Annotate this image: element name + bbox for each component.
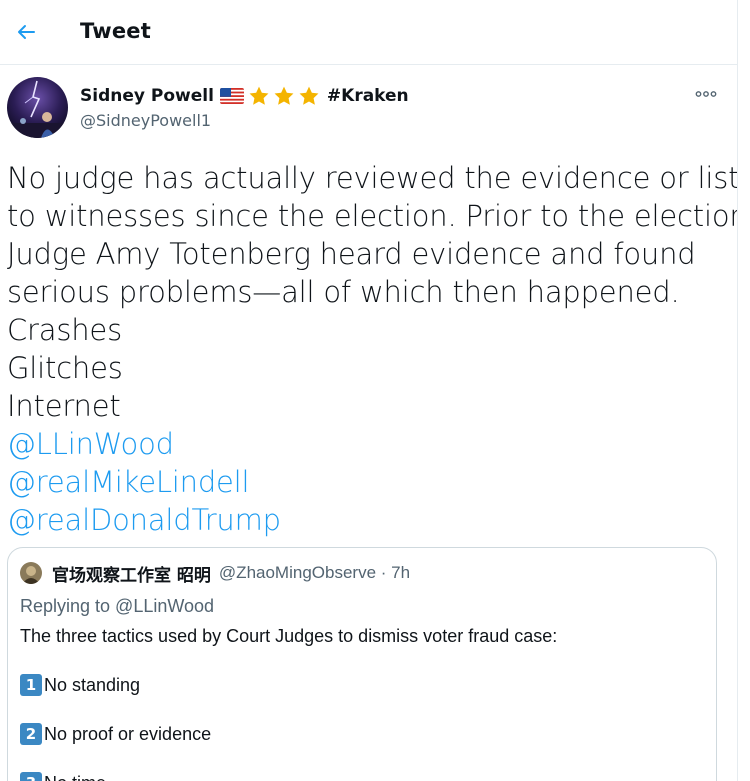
author-name-row: Sidney Powell #Kraken <box>80 84 409 108</box>
flag-us-icon <box>219 88 244 104</box>
quoted-tweet-card[interactable]: 官场观察工作室 昭明 @ZhaoMingObserve · 7h Replyin… <box>7 547 717 781</box>
quoted-author-handle-time: @ZhaoMingObserve · 7h <box>218 563 411 582</box>
quoted-author-name[interactable]: 官场观察工作室 昭明 <box>52 561 211 586</box>
star-icon <box>249 86 269 105</box>
tweet-text-line: No judge has actually reviewed the evide… <box>7 161 737 195</box>
star-icon <box>299 86 319 105</box>
author-hashtag: #Kraken <box>326 86 409 106</box>
quoted-list-item: 3 No time <box>20 772 106 781</box>
quoted-list-item: 2 No proof or evidence <box>20 723 211 745</box>
stars-group <box>247 85 322 107</box>
tweet-page: Tweet Sidney Powell #Kraken @SidneyPowel… <box>0 0 737 781</box>
more-dots-icon <box>695 91 717 97</box>
tweet-text-line: to witnesses since the election. Prior t… <box>7 199 737 233</box>
mention-link-realmikelindell[interactable]: @realMikeLindell <box>7 463 732 501</box>
page-title: Tweet <box>80 19 151 43</box>
quoted-author-avatar[interactable] <box>20 562 42 584</box>
quoted-list-item-label: No proof or evidence <box>44 723 212 744</box>
column-divider <box>737 0 738 781</box>
quoted-list-item-label: No time <box>44 773 106 781</box>
keycap-1-icon: 1 <box>20 674 42 696</box>
mention-link-llinwood[interactable]: @LLinWood <box>7 425 732 463</box>
more-options-button[interactable] <box>690 83 722 105</box>
tweet-text-line: Crashes <box>7 313 122 347</box>
keycap-3-icon: 3 <box>20 772 42 781</box>
quoted-tweet-header: 官场观察工作室 昭明 @ZhaoMingObserve · 7h <box>20 560 410 586</box>
back-button[interactable] <box>6 12 46 52</box>
quoted-list-item-label: No standing <box>44 674 141 695</box>
mention-link-realdonaldtrump[interactable]: @realDonaldTrump <box>7 501 732 539</box>
author-info: Sidney Powell #Kraken @SidneyPowell1 <box>80 84 409 132</box>
quoted-list-item: 1 No standing <box>20 674 140 696</box>
arrow-left-icon <box>18 25 35 39</box>
top-bar: Tweet <box>0 0 737 65</box>
author-handle[interactable]: @SidneyPowell1 <box>80 111 409 130</box>
quoted-tweet-text: The three tactics used by Court Judges t… <box>20 626 558 646</box>
keycap-2-icon: 2 <box>20 723 42 745</box>
star-icon <box>274 86 294 105</box>
tweet-text: No judge has actually reviewed the evide… <box>7 159 737 539</box>
author-display-name[interactable]: Sidney Powell <box>80 86 214 106</box>
author-avatar[interactable] <box>7 77 68 138</box>
tweet-text-line: Judge Amy Totenberg heard evidence and f… <box>7 237 696 271</box>
tweet-text-line: Glitches <box>7 351 123 385</box>
tweet-text-line: serious problems—all of which then happe… <box>7 275 680 309</box>
tweet-text-line: Internet <box>7 389 121 423</box>
quoted-replying-to: Replying to @LLinWood <box>20 596 215 616</box>
